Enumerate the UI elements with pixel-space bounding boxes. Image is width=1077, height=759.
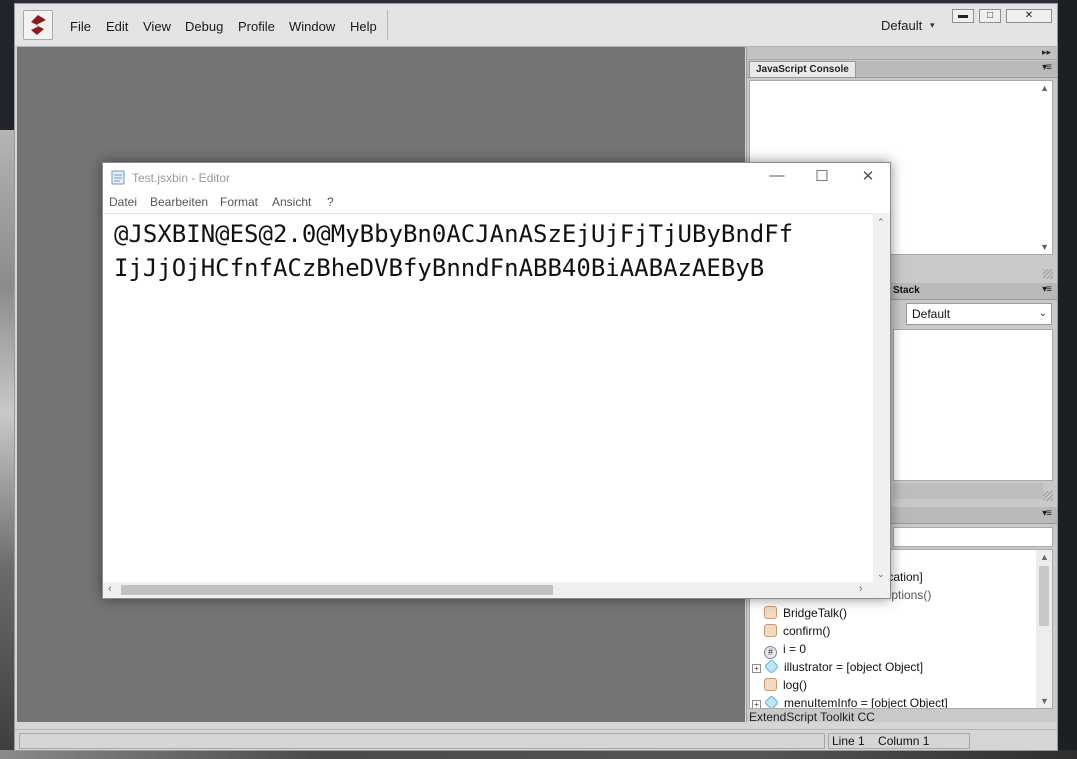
chevron-down-icon: ⌄ xyxy=(1038,308,1047,319)
menu-profile[interactable]: Profile xyxy=(238,19,275,34)
scroll-up-icon[interactable]: ⌃ xyxy=(877,217,885,228)
text-line: @JSXBIN@ES@2.0@MyBbyBn0ACJAnASzEjUjFjTjU… xyxy=(114,220,794,248)
resize-grip-icon[interactable] xyxy=(1043,269,1053,279)
resize-grip-icon[interactable] xyxy=(1043,491,1053,501)
notepad-menu-edit[interactable]: Bearbeiten xyxy=(150,195,208,209)
menu-edit[interactable]: Edit xyxy=(106,19,128,34)
menu-debug[interactable]: Debug xyxy=(185,19,223,34)
tab-call-stack[interactable]: Stack xyxy=(893,285,920,296)
notepad-menu-format[interactable]: Format xyxy=(220,195,258,209)
scroll-left-icon[interactable]: ‹ xyxy=(108,583,112,595)
status-message-area xyxy=(19,733,825,749)
app-logo-icon[interactable] xyxy=(23,10,53,40)
expand-icon[interactable]: + xyxy=(752,700,761,708)
stack-select-value: Default xyxy=(912,307,951,321)
function-icon xyxy=(764,678,777,691)
scroll-down-icon[interactable]: ▼ xyxy=(1040,696,1049,706)
scroll-up-icon[interactable]: ▲ xyxy=(1040,83,1049,93)
list-item[interactable]: + menuItemInfo = [object Object] xyxy=(752,695,948,708)
desktop-background-right xyxy=(1058,0,1077,759)
horizontal-scrollbar[interactable]: ‹ › xyxy=(103,582,873,598)
status-column: Column 1 xyxy=(878,734,930,748)
vertical-scrollbar[interactable]: ⌃ ⌄ xyxy=(873,213,890,582)
object-icon xyxy=(764,659,779,674)
menu-divider xyxy=(103,213,890,214)
text-line: IjJjOjHCfnfACzBheDVBfyBnndFnABB40BiAABAz… xyxy=(114,254,765,282)
scroll-right-icon[interactable]: › xyxy=(859,583,863,595)
list-item[interactable]: # i = 0 xyxy=(764,642,806,660)
console-panel-header: JavaScript Console ▾≡ xyxy=(747,61,1057,78)
menu-window[interactable]: Window xyxy=(289,19,335,34)
data-browser-filter[interactable] xyxy=(893,527,1053,547)
notepad-icon xyxy=(111,170,125,185)
close-button[interactable]: ✕ xyxy=(1006,9,1052,23)
menu-view[interactable]: View xyxy=(143,19,171,34)
menu-file[interactable]: File xyxy=(70,19,91,34)
minimize-button[interactable]: ▬ xyxy=(952,9,974,23)
notepad-menu-view[interactable]: Ansicht xyxy=(272,195,311,209)
list-item[interactable]: + illustrator = [object Object] xyxy=(752,659,923,678)
notepad-maximize-button[interactable]: ☐ xyxy=(812,167,832,185)
function-icon xyxy=(764,606,777,619)
notepad-minimize-button[interactable]: — xyxy=(767,167,787,184)
scroll-down-icon[interactable]: ⌄ xyxy=(877,569,885,580)
collapse-arrows-icon[interactable]: ▸▸ xyxy=(1042,47,1051,58)
menu-separator xyxy=(387,10,388,40)
list-item[interactable]: confirm() xyxy=(764,624,830,642)
panel-menu-icon[interactable]: ▾≡ xyxy=(1042,284,1052,295)
desktop-wallpaper-strip xyxy=(0,130,14,759)
desktop-wallpaper-bottom xyxy=(0,750,1077,759)
status-bar: Line 1 Column 1 xyxy=(15,729,1057,750)
expand-icon[interactable]: + xyxy=(752,664,761,673)
menu-bar: File Edit View Debug Profile Window Help… xyxy=(15,4,1057,47)
scrollbar-thumb[interactable] xyxy=(1039,566,1049,626)
tab-javascript-console[interactable]: JavaScript Console xyxy=(749,61,856,77)
notepad-window: Test.jsxbin - Editor — ☐ ✕ Datei Bearbei… xyxy=(102,162,891,599)
status-position: Line 1 Column 1 xyxy=(828,733,970,749)
status-line: Line 1 xyxy=(832,734,865,748)
scroll-up-icon[interactable]: ▲ xyxy=(1040,552,1049,562)
stack-scrollbar[interactable] xyxy=(893,483,1043,499)
call-stack-list[interactable] xyxy=(893,329,1053,481)
maximize-button[interactable]: □ xyxy=(979,9,1001,23)
scrollbar-corner xyxy=(873,582,890,598)
list-item[interactable]: BridgeTalk() xyxy=(764,606,847,624)
panel-menu-icon[interactable]: ▾≡ xyxy=(1042,62,1052,73)
panel-footer-label: ExtendScript Toolkit CC xyxy=(749,710,875,724)
menu-help[interactable]: Help xyxy=(350,19,377,34)
function-icon xyxy=(764,624,777,637)
number-icon: # xyxy=(764,646,777,659)
notepad-text-area[interactable]: @JSXBIN@ES@2.0@MyBbyBn0ACJAnASzEjUjFjTjU… xyxy=(114,217,866,285)
notepad-title: Test.jsxbin - Editor xyxy=(132,171,231,185)
list-item[interactable]: log() xyxy=(764,678,807,696)
data-browser-scrollbar[interactable]: ▲ ▼ xyxy=(1036,550,1052,708)
notepad-close-button[interactable]: ✕ xyxy=(858,167,878,185)
scrollbar-thumb[interactable] xyxy=(121,585,553,595)
panel-collapse-bar[interactable]: ▸▸ xyxy=(747,47,1057,60)
chevron-down-icon[interactable]: ▾ xyxy=(930,20,935,31)
panel-menu-icon[interactable]: ▾≡ xyxy=(1042,508,1052,519)
object-icon xyxy=(764,695,779,708)
stack-select[interactable]: Default ⌄ xyxy=(906,303,1052,325)
workspace-select[interactable]: Default xyxy=(881,18,922,33)
scroll-down-icon[interactable]: ▼ xyxy=(1040,242,1049,252)
notepad-menu-file[interactable]: Datei xyxy=(109,195,137,209)
notepad-menu-help[interactable]: ? xyxy=(327,195,334,209)
